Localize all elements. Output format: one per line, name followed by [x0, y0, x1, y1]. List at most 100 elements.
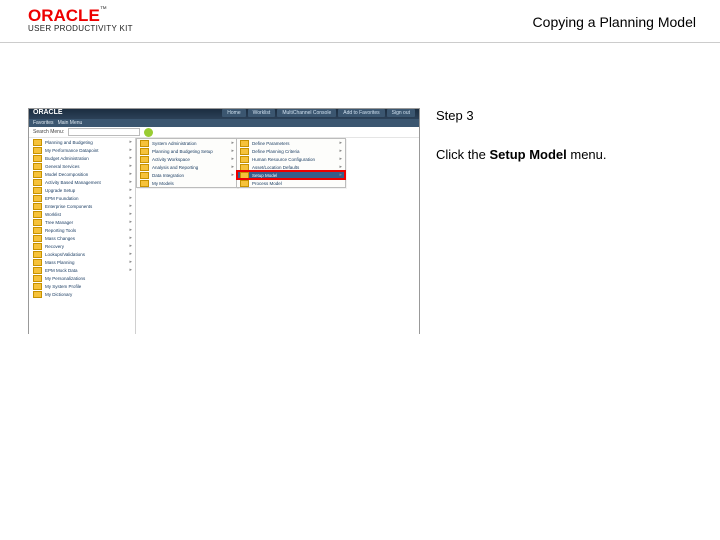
nav-console[interactable]: MultiChannel Console — [277, 109, 336, 117]
chevron-right-icon: ▸ — [231, 148, 234, 154]
nav-favorites[interactable]: Add to Favorites — [338, 109, 384, 117]
instruction-prefix: Click the — [436, 147, 489, 162]
folder-icon — [33, 147, 42, 154]
chevron-right-icon: ▸ — [129, 163, 132, 169]
search-label: Search Menu: — [33, 129, 64, 135]
flyout-item[interactable]: Activity Workspace▸ — [137, 155, 237, 163]
tree-item-label: Activity Based Management — [45, 180, 101, 185]
tree-item[interactable]: Mass Changes▸ — [29, 234, 135, 242]
menu-favorites[interactable]: Favorites — [33, 120, 54, 126]
chevron-right-icon: ▸ — [129, 179, 132, 185]
tree-item-label: My System Profile — [45, 284, 81, 289]
chevron-right-icon: ▸ — [231, 172, 234, 178]
folder-icon — [140, 180, 149, 187]
tree-item[interactable]: My System Profile — [29, 282, 135, 290]
tree-item[interactable]: My Dictionary — [29, 290, 135, 298]
nav-worklist[interactable]: Worklist — [248, 109, 276, 117]
tree-item-label: EPM Foundation — [45, 196, 79, 201]
tree-item[interactable]: Budget Administration ▸ — [29, 154, 135, 162]
tree-item[interactable]: My Personalizations — [29, 274, 135, 282]
tree-item[interactable]: EPM Foundation ▸ — [29, 194, 135, 202]
step-label: Step 3 — [436, 108, 676, 123]
chevron-right-icon: ▸ — [231, 156, 234, 162]
tree-item-label: Mass Planning — [45, 260, 75, 265]
tree-item[interactable]: Reporting Tools▸ — [29, 226, 135, 234]
folder-icon — [33, 139, 42, 146]
flyout-item[interactable]: Process Model — [237, 179, 345, 187]
search-go-icon[interactable] — [144, 128, 153, 137]
flyout-item[interactable]: Define Parameters▸ — [237, 139, 345, 147]
flyout-level-2: Define Parameters▸ Define Planning Crite… — [236, 138, 346, 188]
tree-item[interactable]: Recovery ▸ — [29, 242, 135, 250]
folder-icon — [33, 227, 42, 234]
chevron-right-icon: ▸ — [129, 195, 132, 201]
instruction-suffix: menu. — [567, 147, 607, 162]
tree-item[interactable]: Worklist▸ — [29, 210, 135, 218]
folder-icon — [240, 140, 249, 147]
tree-item[interactable]: EPM Mock Data ▸ — [29, 266, 135, 274]
flyout-level-1: System Administration ▸ Planning and Budg… — [136, 138, 238, 188]
tree-item-label: Budget Administration — [45, 156, 89, 161]
search-input[interactable] — [68, 128, 140, 136]
tree-item[interactable]: Model Decomposition▸ — [29, 170, 135, 178]
flyout-item[interactable]: Asset/Location Defaults▸ — [237, 163, 345, 171]
flyout-item-label: System Administration — [152, 141, 197, 146]
folder-icon — [33, 163, 42, 170]
instruction-bold: Setup Model — [489, 147, 566, 162]
folder-icon — [33, 275, 42, 282]
flyout-item-label: Setup Model — [252, 173, 277, 178]
tree-item-label: EPM Mock Data — [45, 268, 78, 273]
folder-icon — [33, 179, 42, 186]
nav-signout[interactable]: Sign out — [387, 109, 415, 117]
folder-icon — [33, 243, 42, 250]
flyout-item[interactable]: Human Resource Configuration▸ — [237, 155, 345, 163]
flyout-item-label: Define Parameters — [252, 141, 290, 146]
tree-item-label: Reporting Tools — [45, 228, 76, 233]
menu-main[interactable]: Main Menu — [58, 120, 83, 126]
chevron-right-icon: ▸ — [231, 140, 234, 146]
flyout-item[interactable]: System Administration ▸ — [137, 139, 237, 147]
flyout-item-label: Human Resource Configuration — [252, 157, 315, 162]
folder-icon — [33, 235, 42, 242]
flyout-item[interactable]: Planning and Budgeting Setup▸ — [137, 147, 237, 155]
folder-icon — [240, 156, 249, 163]
nav-home[interactable]: Home — [222, 109, 245, 117]
folder-icon — [33, 251, 42, 258]
tree-item[interactable]: Lookups/Validations▸ — [29, 250, 135, 258]
folder-icon — [33, 203, 42, 210]
tree-item-label: My Dictionary — [45, 292, 72, 297]
folder-icon — [240, 164, 249, 171]
chevron-right-icon: ▸ — [129, 155, 132, 161]
chevron-right-icon: ▸ — [129, 219, 132, 225]
tree-item-label: Recovery — [45, 244, 64, 249]
chevron-right-icon: ▸ — [339, 148, 342, 154]
chevron-right-icon: ▸ — [129, 243, 132, 249]
flyout-item[interactable]: My Models — [137, 179, 237, 187]
folder-icon — [140, 148, 149, 155]
tree-item[interactable]: Activity Based Management ▸ — [29, 178, 135, 186]
tree-item[interactable]: Upgrade Setup▸ — [29, 186, 135, 194]
folder-icon — [33, 211, 42, 218]
folder-icon — [33, 155, 42, 162]
flyout-item[interactable]: Analysis and Reporting ▸ — [137, 163, 237, 171]
chevron-right-icon: ▸ — [231, 164, 234, 170]
tree-item[interactable]: Enterprise Components▸ — [29, 202, 135, 210]
tree-item[interactable]: My Performance Datapoint▸ — [29, 146, 135, 154]
tree-item-label: Upgrade Setup — [45, 188, 75, 193]
flyout-item-label: Process Model — [252, 181, 282, 186]
chevron-right-icon: ▸ — [129, 267, 132, 273]
tree-item[interactable]: General Services▸ — [29, 162, 135, 170]
tree-item[interactable]: Planning and Budgeting▸ — [29, 138, 135, 146]
flyout-item[interactable]: Data Integration▸ — [137, 171, 237, 179]
flyout-item-setup-model[interactable]: Setup Model▸ — [237, 171, 345, 179]
tree-item[interactable]: Tree Manager▸ — [29, 218, 135, 226]
folder-icon — [240, 180, 249, 187]
tree-item[interactable]: Mass Planning▸ — [29, 258, 135, 266]
chevron-right-icon: ▸ — [129, 171, 132, 177]
flyout-item-label: Analysis and Reporting — [152, 165, 198, 170]
flyout-item[interactable]: Define Planning Criteria▸ — [237, 147, 345, 155]
folder-icon — [240, 148, 249, 155]
app-menubar: Favorites Main Menu — [29, 119, 419, 127]
page-title: Copying a Planning Model — [533, 14, 696, 30]
chevron-right-icon: ▸ — [129, 203, 132, 209]
